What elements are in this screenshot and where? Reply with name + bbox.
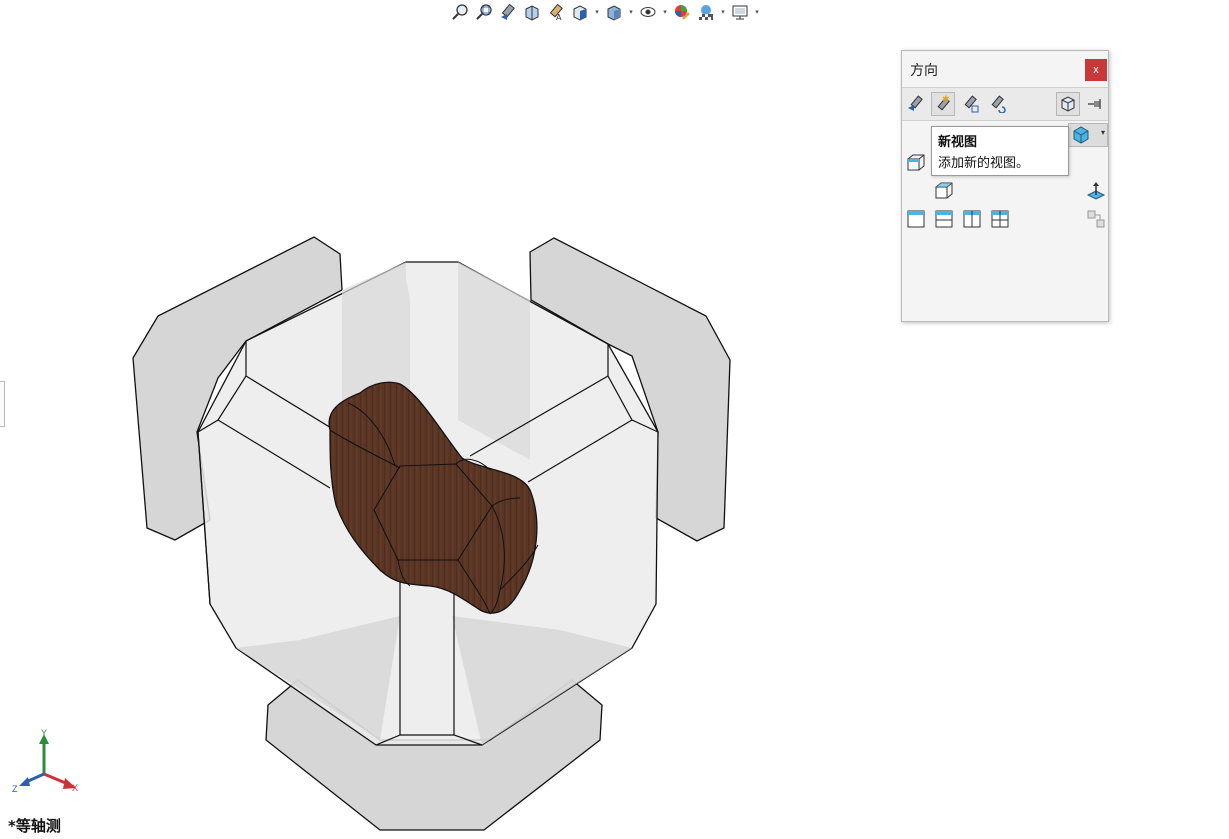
two-view-horizontal-button[interactable]: [934, 209, 954, 229]
view-settings-icon: [732, 5, 748, 20]
two-view-horizontal-icon: [935, 210, 953, 228]
four-view-button[interactable]: [990, 209, 1010, 229]
heads-up-view-toolbar: A ▾ ▾ ▾ ▾ ▾: [448, 0, 762, 24]
zoom-to-fit-icon: [452, 4, 468, 20]
pin-icon: [1088, 99, 1101, 109]
isometric-view-button[interactable]: [906, 153, 926, 173]
apply-scene-button[interactable]: [694, 1, 718, 23]
zoom-to-area-icon: [476, 4, 492, 20]
z-axis-label: Z: [12, 784, 18, 794]
orientation-dialog-title: 方向: [910, 63, 938, 79]
display-style-icon: [607, 5, 621, 21]
new-view-icon: ✱: [937, 95, 950, 111]
orientation-toolbar: ✱: [902, 87, 1108, 121]
normal-to-button[interactable]: [1086, 181, 1106, 201]
view-name-label: *等轴测: [8, 817, 61, 835]
svg-text:✱: ✱: [942, 95, 950, 105]
link-views-icon: [1087, 210, 1105, 228]
dynamic-annotation-button[interactable]: A: [544, 1, 568, 23]
update-standard-views-tool-button[interactable]: [958, 92, 982, 116]
hide-show-items-icon: [640, 7, 656, 17]
isometric-view-icon: [1073, 126, 1089, 144]
close-button[interactable]: x: [1085, 59, 1107, 81]
two-view-vertical-button[interactable]: [962, 209, 982, 229]
view-selector-tool-button[interactable]: [1056, 92, 1080, 116]
link-views-button[interactable]: [1086, 209, 1106, 229]
new-view-tool-button[interactable]: ✱: [931, 92, 955, 116]
display-style-button[interactable]: [602, 1, 626, 23]
single-view-icon: [935, 182, 953, 199]
previous-view-icon: [501, 3, 515, 20]
view-settings-dropdown[interactable]: ▾: [752, 1, 762, 23]
view-orientation-icon: [573, 5, 587, 21]
tooltip-body: 添加新的视图。: [938, 156, 1030, 171]
view-orientation-button[interactable]: [568, 1, 592, 23]
svg-text:A: A: [556, 13, 562, 21]
apply-scene-icon: [699, 5, 713, 20]
edit-appearance-icon: [675, 5, 690, 20]
view-orientation-dropdown[interactable]: ▾: [592, 1, 602, 23]
y-axis-label: Y: [41, 728, 47, 738]
edit-appearance-button[interactable]: [670, 1, 694, 23]
reset-standard-views-icon: [991, 95, 1006, 113]
zoom-to-fit-button[interactable]: [448, 1, 472, 23]
view-selector-icon: [1061, 96, 1075, 112]
one-view-layout-button[interactable]: [906, 209, 926, 229]
previous-view-icon: [908, 95, 923, 111]
previous-view-button[interactable]: [496, 1, 520, 23]
two-view-vertical-icon: [963, 210, 981, 228]
dynamic-annotation-icon: A: [549, 3, 563, 21]
view-selector-dropdown-arrow: ▾: [1100, 128, 1105, 137]
feature-manager-expand-tab[interactable]: [0, 381, 5, 427]
single-viewport-icon: [907, 210, 925, 228]
x-axis-label: X: [72, 783, 78, 793]
hide-show-items-dropdown[interactable]: ▾: [660, 1, 670, 23]
section-view-button[interactable]: [520, 1, 544, 23]
tooltip-title: 新视图: [938, 135, 978, 150]
view-selector-dropdown[interactable]: ▾: [1068, 123, 1108, 147]
pin-tool-button[interactable]: [1083, 92, 1107, 116]
isometric-view-icon: [907, 154, 925, 171]
section-view-icon: [525, 5, 539, 21]
view-settings-button[interactable]: [728, 1, 752, 23]
zoom-to-area-button[interactable]: [472, 1, 496, 23]
hide-show-items-button[interactable]: [636, 1, 660, 23]
display-style-dropdown[interactable]: ▾: [626, 1, 636, 23]
reset-standard-views-tool-button[interactable]: [985, 92, 1009, 116]
axis-triad: Y X Z: [12, 728, 78, 794]
new-view-tooltip: 新视图 添加新的视图。: [931, 126, 1069, 176]
update-standard-views-icon: [964, 95, 979, 113]
four-view-icon: [991, 210, 1009, 228]
single-view-button[interactable]: [934, 181, 954, 201]
apply-scene-dropdown[interactable]: ▾: [718, 1, 728, 23]
previous-view-tool-button[interactable]: [904, 92, 928, 116]
orientation-dialog: 方向 x ✱ ▾: [901, 50, 1109, 322]
normal-to-icon: [1086, 182, 1106, 200]
